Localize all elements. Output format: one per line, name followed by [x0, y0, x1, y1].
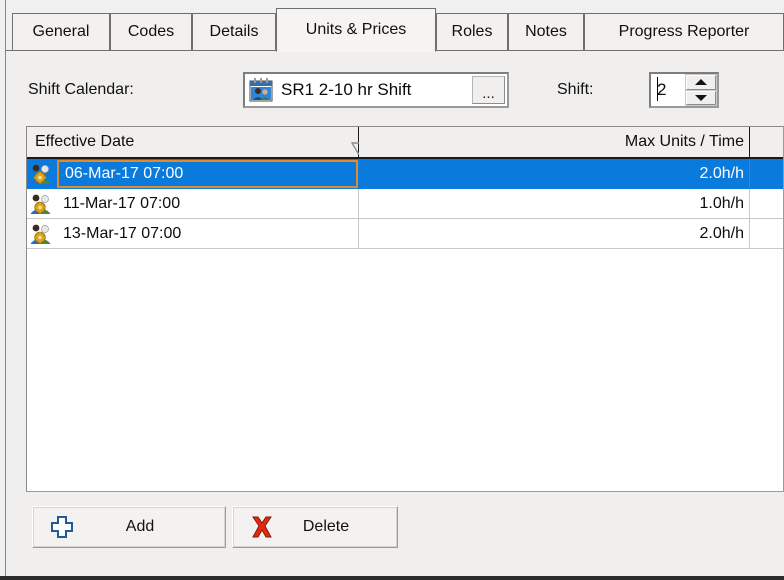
column-header-max-units-time-label: Max Units / Time [624, 133, 744, 150]
cell-max-units-time[interactable]: 2.0h/h [359, 219, 750, 249]
tabstrip: General Codes Details Units & Prices Roles No… [6, 0, 784, 52]
cell-extra[interactable] [750, 159, 783, 189]
table-row[interactable]: 11-Mar-17 07:00 1.0h/h [27, 189, 783, 219]
tab-label: Notes [525, 23, 567, 40]
window-frame-bottom [0, 576, 784, 580]
shift-spinner-buttons [685, 74, 717, 106]
properties-window: General Codes Details Units & Prices Roles No… [0, 0, 784, 580]
red-x-icon [247, 512, 277, 542]
add-button[interactable]: Add [32, 506, 226, 548]
resource-assignment-icon [29, 192, 53, 216]
cell-effective-date-text: 11-Mar-17 07:00 [63, 194, 181, 212]
effective-dates-grid[interactable]: Effective Date Max Units / Time 06-Mar-1… [26, 126, 784, 492]
cell-max-units-time-text: 1.0h/h [699, 194, 744, 212]
delete-button[interactable]: Delete [232, 506, 398, 548]
spinner-down-icon [695, 94, 707, 101]
cell-effective-date-text: 06-Mar-17 07:00 [57, 159, 358, 188]
shift-calendar-label: Shift Calendar: [28, 81, 134, 98]
shift-calendar-browse-button[interactable]: ... [472, 76, 505, 104]
tab-progress-reporter[interactable]: Progress Reporter [584, 13, 784, 51]
tab-label: Progress Reporter [618, 23, 750, 40]
column-header-effective-date-label: Effective Date [35, 133, 135, 150]
cell-extra[interactable] [750, 219, 783, 249]
delete-button-label: Delete [302, 518, 350, 535]
tab-label: Details [209, 23, 259, 40]
cell-extra[interactable] [750, 189, 783, 219]
resource-assignment-icon [29, 222, 53, 246]
grid-header-row: Effective Date Max Units / Time [27, 127, 783, 159]
spinner-up-icon [695, 79, 707, 86]
table-row[interactable]: 13-Mar-17 07:00 2.0h/h [27, 219, 783, 249]
tab-label: General [32, 23, 90, 40]
tab-label: Codes [127, 23, 175, 40]
spinner-down-button[interactable] [686, 90, 716, 105]
tab-label: Roles [451, 23, 493, 40]
shift-spinner[interactable]: 2 [649, 72, 719, 108]
cell-max-units-time[interactable]: 1.0h/h [359, 189, 750, 219]
plus-icon [47, 512, 77, 542]
grid-rows: 06-Mar-17 07:00 2.0h/h 11-Mar-17 07:00 1.0… [27, 159, 783, 249]
cell-max-units-time[interactable]: 2.0h/h [359, 159, 750, 189]
spinner-up-button[interactable] [686, 75, 716, 90]
cell-effective-date[interactable]: 06-Mar-17 07:00 [27, 159, 359, 189]
resource-assignment-icon [29, 162, 53, 186]
tab-details[interactable]: Details [192, 13, 276, 51]
table-row[interactable]: 06-Mar-17 07:00 2.0h/h [27, 159, 783, 189]
shift-value: 2 [657, 80, 667, 99]
shift-calendar-row: Shift Calendar: SR1 2-10 hr Shift ... Sh… [6, 65, 784, 117]
shift-label: Shift: [557, 81, 594, 98]
tab-notes[interactable]: Notes [508, 13, 584, 51]
shift-input[interactable]: 2 [651, 74, 685, 106]
text-caret [657, 77, 658, 101]
cell-effective-date-text: 13-Mar-17 07:00 [63, 224, 182, 242]
units-and-prices-panel: Shift Calendar: SR1 2-10 hr Shift ... Sh… [6, 51, 784, 576]
shift-calendar-value: SR1 2-10 hr Shift [281, 80, 412, 99]
cell-max-units-time-text: 2.0h/h [699, 164, 744, 182]
grid-action-buttons: Add Delete [26, 506, 784, 550]
cell-effective-date[interactable]: 11-Mar-17 07:00 [27, 189, 359, 219]
calendar-people-icon [248, 77, 274, 103]
tab-label: Units & Prices [305, 21, 407, 38]
cell-max-units-time-text: 2.0h/h [699, 224, 744, 242]
shift-calendar-field[interactable]: SR1 2-10 hr Shift ... [243, 72, 509, 108]
cell-effective-date[interactable]: 13-Mar-17 07:00 [27, 219, 359, 249]
column-header-effective-date[interactable]: Effective Date [27, 127, 367, 157]
column-header-max-units-time[interactable]: Max Units / Time [359, 127, 750, 157]
column-header-extra[interactable] [750, 127, 783, 157]
tab-units-prices[interactable]: Units & Prices [276, 8, 436, 52]
add-button-label: Add [125, 518, 155, 535]
tab-codes[interactable]: Codes [110, 13, 192, 51]
tab-general[interactable]: General [12, 13, 110, 51]
tab-roles[interactable]: Roles [436, 13, 508, 51]
